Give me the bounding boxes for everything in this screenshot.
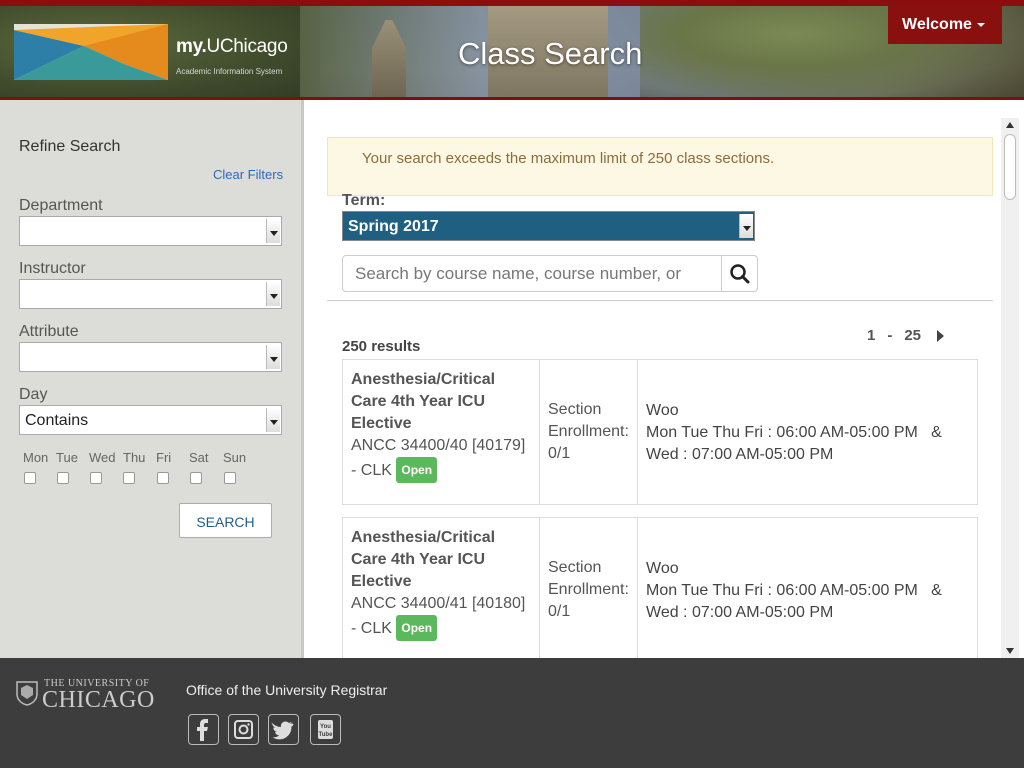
scroll-up-icon[interactable] [1006,122,1014,128]
course-location: - CLK Open [351,457,539,483]
refine-sidebar: Refine Search Clear Filters Department I… [0,100,304,658]
class-result-card[interactable]: Anesthesia/Critical Care 4th Year ICU El… [342,359,978,505]
chevron-down-icon [266,282,280,306]
divider [327,300,993,301]
course-info-cell: Anesthesia/Critical Care 4th Year ICU El… [343,360,540,504]
pagination: 1-25 [867,327,956,344]
attribute-label: Attribute [19,323,79,340]
day-mon-label: Mon [23,450,49,465]
course-search-button[interactable] [721,255,758,292]
department-select[interactable] [19,216,282,246]
schedule-cell: Woo Mon Tue Thu Fri : 06:00 AM-05:00 PM … [638,360,977,504]
chevron-down-icon [739,214,753,238]
schedule-line: Mon Tue Thu Fri : 06:00 AM-05:00 PM & [646,424,942,441]
caret-down-icon [976,22,985,27]
course-title-line: Anesthesia/Critical [351,371,496,388]
instructor-name: Woo [646,402,679,419]
day-fri-label: Fri [156,450,172,465]
facebook-icon [197,719,208,741]
facebook-link[interactable] [188,714,219,745]
course-title-line: Anesthesia/Critical [351,529,496,546]
schedule-line: Wed : 07:00 AM-05:00 PM [646,446,834,463]
day-wed-checkbox[interactable] [90,472,102,484]
registrar-link[interactable]: Office of the University Registrar [186,682,387,698]
instructor-select[interactable] [19,279,282,309]
myuchicago-logo-icon[interactable] [14,24,168,80]
day-select[interactable]: Contains [19,405,282,435]
chevron-down-icon [266,219,280,243]
limit-alert: Your search exceeds the maximum limit of… [327,137,993,196]
twitter-icon [271,721,294,740]
enrollment-cell: Section Enrollment: 0/1 [540,518,638,658]
status-badge: Open [396,615,438,641]
scroll-down-icon[interactable] [1006,648,1014,654]
page-title: Class Search [458,36,643,71]
instagram-icon [234,720,253,739]
day-fri-checkbox[interactable] [157,472,169,484]
course-code: ANCC 34400/40 [40179] [351,437,526,454]
course-info-cell: Anesthesia/Critical Care 4th Year ICU El… [343,518,540,658]
term-select[interactable]: Spring 2017 [342,211,755,241]
day-tue-label: Tue [56,450,78,465]
results-count: 250 results [342,338,421,355]
main-scrollbar[interactable] [1001,118,1019,658]
day-thu-checkbox[interactable] [123,472,135,484]
schedule-line: Wed : 07:00 AM-05:00 PM [646,604,834,621]
day-sat-label: Sat [189,450,209,465]
youtube-icon: You Tube [318,720,334,739]
day-thu-label: Thu [123,450,146,465]
university-name-large: CHICAGO [42,687,155,713]
day-tue-checkbox[interactable] [57,472,69,484]
day-label: Day [19,386,48,403]
instructor-name: Woo [646,560,679,577]
schedule-cell: Woo Mon Tue Thu Fri : 06:00 AM-05:00 PM … [638,518,977,658]
chevron-down-icon [266,408,280,432]
course-search-input[interactable]: Search by course name, course number, or [342,255,722,292]
brand-title: my.UChicago [176,36,288,57]
course-title-line: Care 4th Year ICU [351,551,485,568]
pager-separator: - [887,327,893,344]
svg-text:Tube: Tube [319,732,334,738]
next-page-icon[interactable] [937,330,945,343]
day-sun-label: Sun [223,450,247,465]
course-location: - CLK Open [351,615,539,641]
attribute-select[interactable] [19,342,282,372]
svg-text:You: You [320,724,331,730]
class-result-card[interactable]: Anesthesia/Critical Care 4th Year ICU El… [342,517,978,658]
welcome-menu-button[interactable]: Welcome [888,6,1002,44]
youtube-link[interactable]: You Tube [310,714,341,745]
day-mon-checkbox[interactable] [24,472,36,484]
status-badge: Open [396,457,438,483]
enrollment-cell: Section Enrollment: 0/1 [540,360,638,504]
course-code: ANCC 34400/41 [40180] [351,595,526,612]
site-header: my.UChicago Academic Information System … [0,0,1024,100]
welcome-label: Welcome [902,16,972,33]
brand-subtitle: Academic Information System [176,67,283,76]
instagram-link[interactable] [228,714,259,745]
search-icon [730,264,750,284]
course-title-line: Elective [351,415,412,432]
department-label: Department [19,197,103,214]
site-footer: THE UNIVERSITY OF CHICAGO Office of the … [0,658,1024,768]
main-content: Your search exceeds the maximum limit of… [307,100,1001,658]
scroll-thumb[interactable] [1004,134,1016,200]
instructor-label: Instructor [19,260,86,277]
pager-end: 25 [904,327,922,344]
chevron-down-icon [266,345,280,369]
term-label: Term: [342,192,386,209]
day-sat-checkbox[interactable] [190,472,202,484]
refine-heading: Refine Search [19,138,121,155]
pager-start: 1 [867,327,876,344]
university-crest-icon [16,681,38,706]
course-title-line: Elective [351,573,412,590]
day-wed-label: Wed [89,450,115,465]
twitter-link[interactable] [268,714,299,745]
day-sun-checkbox[interactable] [224,472,236,484]
course-title-line: Care 4th Year ICU [351,393,485,410]
schedule-line: Mon Tue Thu Fri : 06:00 AM-05:00 PM & [646,582,942,599]
sidebar-search-button[interactable]: SEARCH [179,503,272,538]
clear-filters-link[interactable]: Clear Filters [213,167,283,182]
